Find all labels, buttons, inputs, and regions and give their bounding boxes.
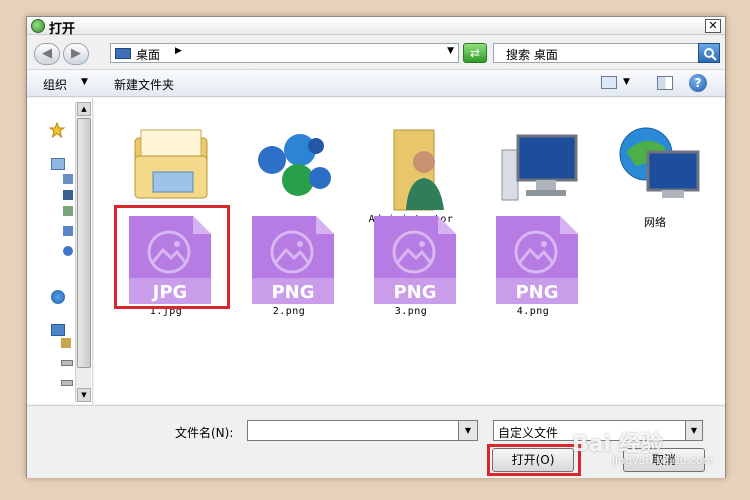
user-folder-icon bbox=[393, 129, 444, 211]
item-label: 3.png bbox=[394, 306, 428, 317]
scroll-up-icon[interactable]: ▲ bbox=[77, 102, 91, 116]
address-bar[interactable]: 桌面 ▶ ▼ bbox=[110, 43, 459, 63]
back-button[interactable]: ◀ bbox=[34, 43, 60, 65]
list-item[interactable]: PNG 2.png bbox=[234, 210, 344, 322]
chevron-down-icon[interactable]: ▼ bbox=[458, 420, 478, 441]
highlight-outline bbox=[114, 205, 230, 309]
scroll-thumb[interactable] bbox=[77, 118, 91, 368]
watermark-url: jingyan.baidu.com bbox=[612, 454, 714, 467]
item-label: 2.png bbox=[272, 306, 306, 317]
drive-e-icon[interactable] bbox=[61, 380, 73, 386]
png-file-icon: PNG bbox=[252, 216, 334, 304]
preview-pane-icon[interactable] bbox=[657, 76, 673, 90]
chevron-down-icon[interactable]: ▼ bbox=[623, 77, 630, 87]
watermark: Bai 经验 jingyan.baidu.com bbox=[572, 426, 714, 476]
documents-icon[interactable] bbox=[63, 174, 73, 184]
search-input[interactable]: 搜索 桌面 bbox=[493, 43, 720, 63]
search-placeholder: 搜索 桌面 bbox=[506, 48, 558, 62]
network-icon bbox=[619, 127, 700, 198]
favorites-star-icon[interactable] bbox=[49, 122, 65, 138]
video-icon[interactable] bbox=[63, 190, 73, 200]
homegroup-icon bbox=[258, 134, 331, 196]
list-item[interactable]: PNG 4.png bbox=[478, 210, 588, 322]
list-item[interactable]: 网络 bbox=[600, 118, 710, 230]
downloads-icon[interactable] bbox=[63, 226, 73, 236]
open-file-dialog: 打开 ✕ ◀ ▶ 桌面 ▶ ▼ ⇄ 搜索 桌面 组织 ▼ 新建文件夹 ▼ ? ▲… bbox=[26, 16, 726, 478]
title-bar: 打开 ✕ bbox=[27, 17, 725, 37]
computer-icon[interactable] bbox=[51, 324, 65, 336]
command-bar: 组织 ▼ 新建文件夹 ▼ ? bbox=[27, 69, 725, 97]
organize-button[interactable]: 组织 bbox=[43, 76, 67, 93]
computer-icon bbox=[501, 134, 578, 201]
app-icon bbox=[31, 19, 45, 33]
chevron-right-icon[interactable]: ▶ bbox=[175, 46, 182, 56]
homegroup-icon[interactable] bbox=[51, 290, 65, 304]
new-folder-button[interactable]: 新建文件夹 bbox=[114, 76, 174, 93]
file-type-value: 自定义文件 bbox=[498, 426, 559, 440]
filename-input[interactable] bbox=[247, 420, 478, 441]
forward-button[interactable]: ▶ bbox=[63, 43, 89, 65]
scroll-down-icon[interactable]: ▼ bbox=[77, 388, 91, 402]
pictures-icon[interactable] bbox=[63, 206, 73, 216]
desktop-icon bbox=[115, 48, 131, 59]
chevron-down-icon[interactable]: ▼ bbox=[81, 77, 88, 87]
png-file-icon: PNG bbox=[374, 216, 456, 304]
music-icon[interactable] bbox=[63, 246, 73, 256]
svg-text:PNG: PNG bbox=[515, 282, 558, 303]
help-icon[interactable]: ? bbox=[689, 74, 707, 92]
filename-label: 文件名(N): bbox=[175, 426, 234, 440]
libraries-icon[interactable] bbox=[51, 158, 65, 170]
search-icon[interactable] bbox=[698, 43, 720, 63]
drive-c-icon[interactable] bbox=[61, 338, 71, 348]
refresh-button[interactable]: ⇄ bbox=[463, 43, 487, 63]
png-file-icon: PNG bbox=[496, 216, 578, 304]
nav-scrollbar[interactable]: ▲ ▼ bbox=[75, 102, 91, 402]
svg-text:PNG: PNG bbox=[393, 282, 436, 303]
item-label: 网络 bbox=[644, 216, 666, 229]
folder-icon bbox=[134, 129, 208, 199]
address-location: 桌面 bbox=[136, 48, 161, 62]
drive-d-icon[interactable] bbox=[61, 360, 73, 366]
svg-text:PNG: PNG bbox=[271, 282, 314, 303]
item-label: 4.png bbox=[516, 306, 550, 317]
highlight-outline bbox=[487, 444, 581, 476]
list-item[interactable]: PNG 3.png bbox=[356, 210, 466, 322]
view-options-icon[interactable] bbox=[601, 76, 617, 89]
close-button[interactable]: ✕ bbox=[705, 19, 721, 33]
chevron-down-icon[interactable]: ▼ bbox=[447, 46, 454, 56]
dialog-title: 打开 bbox=[49, 22, 76, 37]
